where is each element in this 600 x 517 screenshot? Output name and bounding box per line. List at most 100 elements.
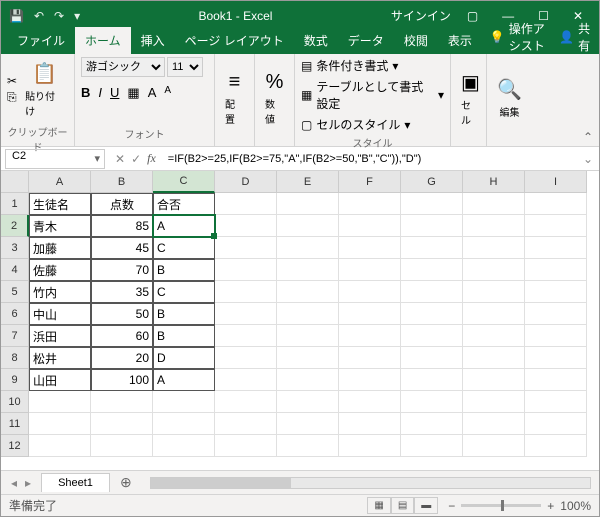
cells-button[interactable]: ▣セル xyxy=(457,66,484,131)
cell-B3[interactable]: 45 xyxy=(91,237,153,259)
row-header-9[interactable]: 9 xyxy=(1,369,29,391)
cell-C1[interactable]: 合否 xyxy=(153,193,215,215)
cell-H11[interactable] xyxy=(463,413,525,435)
cell-F8[interactable] xyxy=(339,347,401,369)
cell-D2[interactable] xyxy=(215,215,277,237)
cell-B8[interactable]: 20 xyxy=(91,347,153,369)
cell-B9[interactable]: 100 xyxy=(91,369,153,391)
cell-B1[interactable]: 点数 xyxy=(91,193,153,215)
view-normal-icon[interactable]: ▦ xyxy=(367,497,390,514)
col-header-H[interactable]: H xyxy=(463,171,525,193)
share-button[interactable]: 共有 xyxy=(578,20,591,54)
cell-F4[interactable] xyxy=(339,259,401,281)
format-table-button[interactable]: ▦テーブルとして書式設定 ▾ xyxy=(301,78,444,112)
save-icon[interactable]: 💾 xyxy=(9,9,24,23)
row-header-2[interactable]: 2 xyxy=(1,215,29,237)
cell-D10[interactable] xyxy=(215,391,277,413)
cell-H9[interactable] xyxy=(463,369,525,391)
alignment-button[interactable]: ≡配置 xyxy=(221,67,248,130)
cell-F7[interactable] xyxy=(339,325,401,347)
share-icon[interactable]: 👤 xyxy=(559,30,574,44)
cell-A11[interactable] xyxy=(29,413,91,435)
cell-E1[interactable] xyxy=(277,193,339,215)
cell-A6[interactable]: 中山 xyxy=(29,303,91,325)
cell-G10[interactable] xyxy=(401,391,463,413)
cell-H5[interactable] xyxy=(463,281,525,303)
tab-view[interactable]: 表示 xyxy=(438,27,482,54)
italic-button[interactable]: I xyxy=(98,85,102,101)
cell-G5[interactable] xyxy=(401,281,463,303)
cell-I10[interactable] xyxy=(525,391,587,413)
cell-G11[interactable] xyxy=(401,413,463,435)
col-header-A[interactable]: A xyxy=(29,171,91,193)
zoom-value[interactable]: 100% xyxy=(560,499,591,513)
cell-H3[interactable] xyxy=(463,237,525,259)
cell-B2[interactable]: 85 xyxy=(91,215,153,237)
cell-H1[interactable] xyxy=(463,193,525,215)
border-button[interactable]: ▦ xyxy=(127,85,139,101)
cell-F11[interactable] xyxy=(339,413,401,435)
tell-me[interactable]: 操作アシスト xyxy=(509,20,547,54)
cell-C3[interactable]: C xyxy=(153,237,215,259)
cell-C6[interactable]: B xyxy=(153,303,215,325)
cell-H10[interactable] xyxy=(463,391,525,413)
cell-H12[interactable] xyxy=(463,435,525,457)
row-header-5[interactable]: 5 xyxy=(1,281,29,303)
sheet-nav-next-icon[interactable]: ▸ xyxy=(25,476,31,490)
cell-F10[interactable] xyxy=(339,391,401,413)
formula-input[interactable] xyxy=(162,153,577,165)
tab-insert[interactable]: 挿入 xyxy=(131,27,175,54)
cell-B5[interactable]: 35 xyxy=(91,281,153,303)
cut-icon[interactable]: ✂ xyxy=(7,74,17,88)
conditional-format-button[interactable]: ▤条件付き書式 ▾ xyxy=(301,57,444,74)
cell-A8[interactable]: 松井 xyxy=(29,347,91,369)
cell-F9[interactable] xyxy=(339,369,401,391)
collapse-ribbon-icon[interactable]: ⌃ xyxy=(583,130,593,144)
cell-F3[interactable] xyxy=(339,237,401,259)
cell-C5[interactable]: C xyxy=(153,281,215,303)
cell-A10[interactable] xyxy=(29,391,91,413)
col-header-D[interactable]: D xyxy=(215,171,277,193)
row-header-7[interactable]: 7 xyxy=(1,325,29,347)
cell-C12[interactable] xyxy=(153,435,215,457)
tell-me-icon[interactable]: 💡 xyxy=(490,30,505,44)
cell-F12[interactable] xyxy=(339,435,401,457)
accept-formula-icon[interactable]: ✓ xyxy=(131,152,141,166)
cell-C4[interactable]: B xyxy=(153,259,215,281)
cell-F6[interactable] xyxy=(339,303,401,325)
number-button[interactable]: %数値 xyxy=(261,67,288,130)
worksheet-grid[interactable]: ABCDEFGHI1生徒名点数合否2青木85A3加藤45C4佐藤70B5竹内35… xyxy=(1,171,599,470)
col-header-B[interactable]: B xyxy=(91,171,153,193)
cell-E6[interactable] xyxy=(277,303,339,325)
cell-I1[interactable] xyxy=(525,193,587,215)
cell-B6[interactable]: 50 xyxy=(91,303,153,325)
cell-B12[interactable] xyxy=(91,435,153,457)
row-header-4[interactable]: 4 xyxy=(1,259,29,281)
cell-H6[interactable] xyxy=(463,303,525,325)
undo-icon[interactable]: ↶ xyxy=(34,9,44,23)
expand-formula-bar-icon[interactable]: ⌄ xyxy=(577,152,599,166)
cell-G12[interactable] xyxy=(401,435,463,457)
row-header-1[interactable]: 1 xyxy=(1,193,29,215)
fx-icon[interactable]: fx xyxy=(147,151,156,166)
cell-F2[interactable] xyxy=(339,215,401,237)
cell-C10[interactable] xyxy=(153,391,215,413)
cell-D7[interactable] xyxy=(215,325,277,347)
cell-I5[interactable] xyxy=(525,281,587,303)
add-sheet-button[interactable]: ⊕ xyxy=(110,474,142,491)
copy-icon[interactable]: ⎘ xyxy=(7,90,17,105)
cell-B4[interactable]: 70 xyxy=(91,259,153,281)
cell-H8[interactable] xyxy=(463,347,525,369)
font-increase-button[interactable]: A xyxy=(148,85,157,101)
cell-G9[interactable] xyxy=(401,369,463,391)
cell-G1[interactable] xyxy=(401,193,463,215)
cell-E9[interactable] xyxy=(277,369,339,391)
cell-D4[interactable] xyxy=(215,259,277,281)
cell-I4[interactable] xyxy=(525,259,587,281)
cell-H2[interactable] xyxy=(463,215,525,237)
tab-home[interactable]: ホーム xyxy=(75,27,131,54)
cell-I2[interactable] xyxy=(525,215,587,237)
cell-I9[interactable] xyxy=(525,369,587,391)
cell-E5[interactable] xyxy=(277,281,339,303)
cell-H4[interactable] xyxy=(463,259,525,281)
